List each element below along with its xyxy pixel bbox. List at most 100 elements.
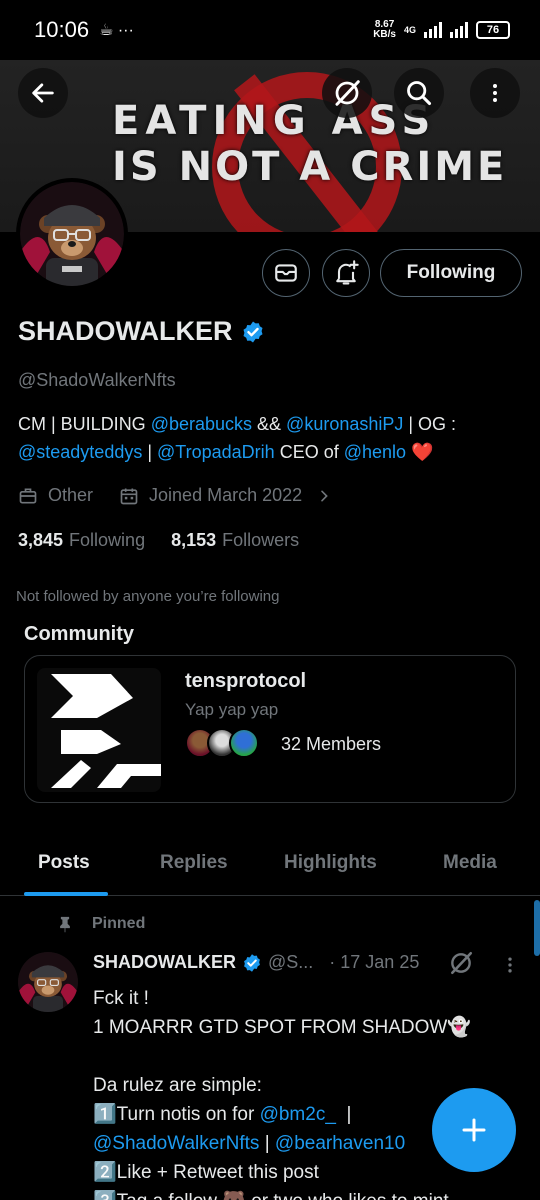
community-member-avatars <box>185 728 259 758</box>
community-name: tensprotocol <box>185 670 307 692</box>
text-segment: | <box>335 1104 352 1125</box>
verified-badge-icon <box>244 953 260 972</box>
mention-link[interactable]: @berabucks <box>151 414 252 434</box>
status-right: 8.67 KB/s 4G 76 <box>373 20 510 40</box>
notification-icons: ☕ ··· <box>99 22 134 39</box>
text-segment: 1️⃣Turn notis on for <box>93 1104 260 1125</box>
profile-handle: @ShadoWalkerNfts <box>18 370 176 390</box>
banner-text: EATING ASS IS NOT A CRIME <box>112 98 507 190</box>
profile-tabs: Posts Replies Highlights Media <box>0 840 540 896</box>
community-members-count: 32 Members <box>281 734 382 754</box>
search-icon <box>407 81 432 106</box>
calendar-icon <box>120 488 138 504</box>
community-card[interactable]: tensprotocol Yap yap yap 32 Members <box>24 655 516 803</box>
post-line <box>93 1042 513 1071</box>
profile-avatar[interactable] <box>16 178 128 290</box>
plus-icon <box>462 1118 486 1142</box>
network-speed: 8.67 KB/s <box>373 20 396 40</box>
text-segment: CEO of <box>274 442 344 462</box>
profile-name: SHADOWALKER <box>18 316 233 346</box>
battery-level: 76 <box>486 24 500 36</box>
profile-bio: CM | BUILDING @berabucks && @kuronashiPJ… <box>18 410 518 466</box>
not-followed-text: Not followed by anyone you’re following <box>16 588 280 605</box>
tab-replies[interactable]: Replies <box>160 852 228 874</box>
mention-link[interactable]: @steadyteddys <box>18 442 142 462</box>
more-options-button[interactable] <box>470 68 520 118</box>
text-segment: 3️⃣Tag a fellow 🐻 or two who likes to mi… <box>93 1191 449 1200</box>
mention-link[interactable]: @bearhaven10 <box>275 1133 405 1154</box>
text-segment: 2️⃣Like + Retweet this post <box>93 1162 319 1183</box>
mention-link[interactable]: @ShadoWalkerNfts <box>93 1133 259 1154</box>
grok-icon <box>335 80 360 106</box>
text-segment: | OG : <box>403 414 457 434</box>
grok-icon[interactable] <box>448 950 474 976</box>
tab-media[interactable]: Media <box>443 852 497 874</box>
signal-icon-2 <box>450 22 468 38</box>
profile-meta: Other Joined March 2022 <box>18 485 342 506</box>
post-text: Fck it ! 1 MOARRR GTD SPOT FROM SHADOW👻 D… <box>93 984 513 1200</box>
back-button[interactable] <box>18 68 68 118</box>
scrollbar[interactable] <box>534 900 540 956</box>
text-segment: | <box>259 1133 275 1154</box>
more-vertical-icon <box>493 84 497 102</box>
followers-count: 8,153 <box>171 530 217 550</box>
envelope-icon <box>275 264 297 282</box>
notifications-button[interactable] <box>322 249 370 297</box>
profile-category: Other <box>48 485 94 505</box>
chevron-right-icon[interactable] <box>316 488 332 504</box>
pinned-label: Pinned <box>92 915 146 932</box>
member-avatar <box>229 728 259 758</box>
tab-highlights[interactable]: Highlights <box>284 852 377 874</box>
follow-counts: 3,845 Following 8,153 Followers <box>18 530 299 551</box>
bear-avatar-image <box>18 952 78 1012</box>
following-count: 3,845 <box>18 530 64 550</box>
mention-link[interactable]: @bm2c_ <box>260 1104 336 1125</box>
community-logo <box>37 668 161 792</box>
following-label: Following <box>69 530 146 550</box>
grok-button[interactable] <box>322 68 372 118</box>
briefcase-icon <box>19 488 37 503</box>
tens-logo-icon <box>51 674 161 788</box>
text-segment <box>93 1046 98 1067</box>
banner-line-1: EATING ASS <box>112 98 437 144</box>
pinned-label-row: Pinned <box>56 914 145 934</box>
active-tab-indicator <box>24 892 108 896</box>
text-segment: CM | BUILDING <box>18 414 151 434</box>
post-author-handle: @S... <box>268 952 314 972</box>
mention-link[interactable]: @henlo <box>344 442 406 462</box>
status-bar: 10:06 ☕ ··· 8.67 KB/s 4G 76 <box>0 0 540 60</box>
battery-icon: 76 <box>476 21 510 39</box>
verified-badge-icon[interactable] <box>241 320 265 344</box>
bear-avatar-image <box>20 182 124 286</box>
text-segment: Da rulez are simple: <box>93 1075 262 1096</box>
text-segment: && <box>252 414 287 434</box>
community-tagline: Yap yap yap <box>185 700 279 719</box>
post-more-vertical-icon[interactable] <box>500 954 520 976</box>
message-button[interactable] <box>262 249 310 297</box>
tab-posts[interactable]: Posts <box>38 852 90 874</box>
followers-count-link[interactable]: 8,153 Followers <box>171 530 299 551</box>
signal-icon <box>424 22 442 38</box>
mention-link[interactable]: @TropadaDrih <box>157 442 275 462</box>
search-button[interactable] <box>394 68 444 118</box>
community-section-title: Community <box>24 623 134 645</box>
post-author-name[interactable]: SHADOWALKER <box>93 952 236 973</box>
back-arrow-icon <box>32 83 54 103</box>
banner-line-2: IS NOT A CRIME <box>112 144 508 190</box>
post-author-avatar[interactable] <box>18 952 78 1012</box>
text-segment: | <box>142 442 158 462</box>
post-line: 3️⃣Tag a fellow 🐻 or two who likes to mi… <box>93 1187 513 1200</box>
bell-plus-icon <box>336 260 359 285</box>
post-date: · 17 Jan 25 <box>329 952 420 972</box>
pin-icon <box>60 916 70 933</box>
post-header: SHADOWALKER @S... · 17 Jan 25 <box>93 952 419 973</box>
text-segment: 1 MOARRR GTD SPOT FROM SHADOW👻 <box>93 1017 471 1038</box>
text-segment: ❤️ <box>406 442 434 462</box>
post-line: 1 MOARRR GTD SPOT FROM SHADOW👻 <box>93 1013 513 1042</box>
following-count-link[interactable]: 3,845 Following <box>18 530 145 551</box>
compose-post-button[interactable] <box>432 1088 516 1172</box>
following-button[interactable]: Following <box>380 249 522 297</box>
network-type: 4G <box>403 24 416 35</box>
mention-link[interactable]: @kuronashiPJ <box>286 414 403 434</box>
speed-unit: KB/s <box>373 29 396 40</box>
